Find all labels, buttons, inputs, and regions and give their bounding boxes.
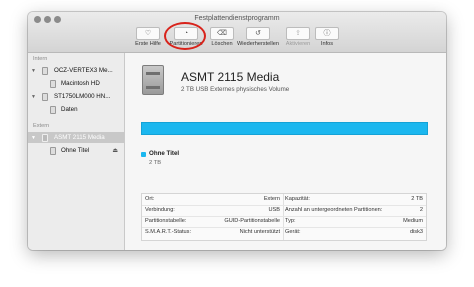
sidebar-item-ocz-vertex3[interactable]: ▼ OCZ-VERTEX3 Me... [28, 65, 124, 76]
sidebar-item-label: Daten [61, 106, 78, 113]
info-key: Verbindung: [145, 207, 175, 213]
disclosure-triangle-icon[interactable]: ▼ [31, 94, 36, 100]
device-subtitle: 2 TB USB Externes physisches Volume [181, 86, 290, 93]
sidebar-item-label: Macintosh HD [61, 80, 100, 87]
info-key: Typ: [285, 218, 296, 224]
info-key: S.M.A.R.T.-Status: [145, 229, 192, 235]
info-key: Anzahl an untergeordneten Partitionen: [285, 207, 383, 213]
volume-icon [50, 146, 56, 155]
sidebar-item-label: Ohne Titel [61, 147, 90, 154]
info-key: Gerät: [285, 229, 301, 235]
disclosure-triangle-icon[interactable]: ▼ [31, 68, 36, 74]
mount-label: Aktivieren [285, 41, 311, 47]
info-label: Infos [320, 41, 334, 47]
partition-color-swatch [141, 152, 146, 157]
sidebar-header-internal: Intern [33, 56, 48, 62]
annotation-circle [164, 22, 206, 50]
info-value: 2 [419, 207, 423, 213]
table-row: S.M.A.R.T.-Status: Nicht unterstützt Ger… [142, 227, 426, 238]
internal-disk-icon [42, 66, 48, 75]
restore-button[interactable]: ↺ Wiederherstellen [235, 27, 281, 47]
info-value: GUID-Partitionstabelle [224, 218, 280, 224]
sidebar-item-ohne-titel[interactable]: Ohne Titel ⏏ [28, 145, 124, 156]
window-title: Festplattendienstprogramm [194, 15, 280, 22]
external-disk-icon [42, 133, 48, 142]
eject-icon[interactable]: ⏏ [112, 147, 118, 154]
mount-icon: ⇪ [286, 27, 310, 40]
partition-usage-bar[interactable] [141, 122, 428, 135]
volume-icon [50, 105, 56, 114]
info-value: 2 TB [411, 196, 423, 202]
first-aid-button[interactable]: ♡ Erste Hilfe [130, 27, 166, 47]
sidebar-item-label: ST1750LM000 HN... [54, 93, 111, 100]
info-button[interactable]: ⓘ Infos [314, 27, 340, 47]
erase-button[interactable]: ⌫ Löschen [206, 27, 238, 47]
device-name: ASMT 2115 Media [181, 70, 280, 84]
erase-icon: ⌫ [210, 27, 234, 40]
sidebar-item-label: ASMT 2115 Media [54, 134, 105, 141]
partition-size: 2 TB [149, 160, 162, 166]
sidebar: Intern ▼ OCZ-VERTEX3 Me... Macintosh HD … [28, 53, 125, 250]
info-key: Partitionstabelle: [145, 218, 187, 224]
sidebar-header-external: Extern [33, 123, 50, 129]
sidebar-item-st1750lm000[interactable]: ▼ ST1750LM000 HN... [28, 91, 124, 102]
info-icon: ⓘ [315, 27, 339, 40]
info-value: Nicht unterstützt [239, 229, 280, 235]
info-table: Ort: Extern Kapazität: 2 TB Verbindung: … [141, 193, 427, 241]
partition-name: Ohne Titel [149, 150, 180, 157]
info-value: Medium [403, 218, 423, 224]
info-value: disk3 [409, 229, 423, 235]
info-key: Kapazität: [285, 196, 310, 202]
stethoscope-icon: ♡ [136, 27, 160, 40]
info-value: USB [268, 207, 280, 213]
erase-label: Löschen [211, 41, 233, 47]
sidebar-item-asmt-2115[interactable]: ▼ ASMT 2115 Media [28, 132, 124, 143]
info-value: Extern [263, 196, 280, 202]
disclosure-triangle-icon[interactable]: ▼ [31, 135, 36, 141]
titlebar: Festplattendienstprogramm ♡ Erste Hilfe … [28, 12, 446, 53]
sidebar-item-daten[interactable]: Daten [28, 104, 124, 115]
detail-pane: ASMT 2115 Media 2 TB USB Externes physis… [125, 53, 446, 250]
restore-icon: ↺ [246, 27, 270, 40]
volume-icon [50, 79, 56, 88]
internal-disk-icon [42, 92, 48, 101]
disk-utility-window: Festplattendienstprogramm ♡ Erste Hilfe … [28, 12, 446, 250]
restore-label: Wiederherstellen [237, 41, 279, 47]
info-key: Ort: [145, 196, 155, 202]
sidebar-item-macintosh-hd[interactable]: Macintosh HD [28, 78, 124, 89]
mount-button[interactable]: ⇪ Aktivieren [281, 27, 315, 47]
external-drive-icon [142, 65, 164, 95]
sidebar-item-label: OCZ-VERTEX3 Me... [54, 67, 113, 74]
first-aid-label: Erste Hilfe [135, 41, 161, 47]
